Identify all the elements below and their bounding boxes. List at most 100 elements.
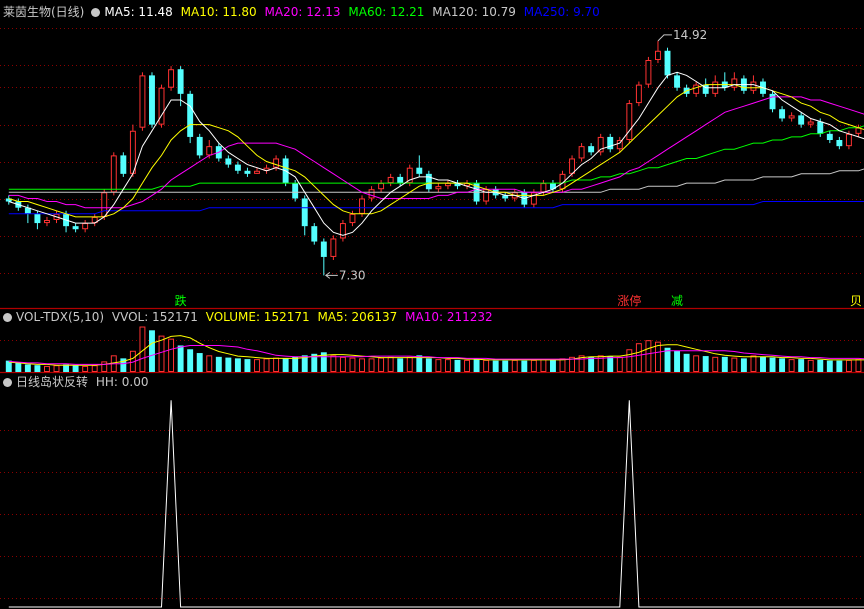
candle-body [82, 223, 89, 230]
high-marker-arrow [657, 34, 672, 42]
candle-body [435, 186, 442, 190]
chart-canvas: 14.92 7.30 跌 涨停 减 贝 [0, 28, 864, 608]
event-tag: 涨停 [617, 293, 641, 308]
volume-bar [760, 356, 766, 372]
candle-body [311, 226, 318, 242]
candle-body [72, 226, 79, 230]
volume-bar [740, 358, 747, 372]
candle-body [645, 60, 652, 85]
ma250-label: MA250: 9.70 [523, 5, 600, 19]
candle-body [359, 198, 365, 214]
volume-bar [425, 358, 432, 372]
volume-bar [788, 359, 795, 373]
candle-body [845, 133, 852, 147]
price-header: 莱茵生物(日线) MA5: 11.48 MA10: 11.80 MA20: 12.… [3, 3, 604, 21]
volume-bar [444, 359, 451, 373]
volume-bar [645, 340, 652, 372]
candle-body [320, 241, 327, 257]
volume-bar [702, 356, 709, 372]
volume-bar [693, 355, 700, 372]
candle-body [139, 75, 146, 128]
candle-body [444, 183, 451, 187]
volume-bar [206, 355, 213, 372]
candle-body [569, 158, 576, 174]
candle-body [836, 140, 843, 147]
volume-bar [397, 358, 404, 372]
volume-bar [196, 353, 203, 372]
candle-body [540, 183, 547, 193]
candle-body [693, 84, 700, 94]
volume-bar [464, 359, 470, 373]
volume-bar [82, 365, 89, 373]
ma10-line [8, 84, 864, 218]
volume-bar [149, 330, 155, 372]
candle-body [798, 115, 805, 125]
event-tag: 减 [671, 294, 683, 308]
candle-body [664, 50, 671, 76]
vvol-label: VVOL: 152171 [111, 310, 198, 324]
volume-bar [435, 359, 442, 373]
candle-body [244, 170, 251, 174]
candle-body [779, 109, 786, 119]
volume-header: VOL-TDX(5,10) VVOL: 152171 VOLUME: 15217… [3, 308, 497, 326]
volume-bar [731, 357, 738, 372]
volume-bar [779, 358, 786, 372]
volume-bar [44, 365, 50, 373]
candle-body [254, 170, 260, 174]
volume-bar [359, 358, 365, 372]
ma20-label: MA20: 12.13 [264, 5, 341, 19]
candle-body [826, 133, 833, 140]
candle-body [750, 81, 757, 91]
volume-bar [254, 359, 260, 373]
candle-body [149, 75, 155, 125]
volume-bar [378, 357, 385, 372]
volume-bar [101, 361, 108, 372]
candle-body [34, 213, 41, 224]
volume-bar [559, 358, 566, 372]
volume-bar [511, 359, 518, 373]
candle-body [378, 183, 385, 190]
vol-indicator-name: VOL-TDX(5,10) [16, 310, 105, 324]
volume-bar [15, 362, 22, 372]
volume-bar [626, 349, 633, 372]
volume-bar [454, 359, 461, 372]
hh-signal-line [8, 400, 864, 608]
candle-body [855, 127, 862, 134]
settings-dot-icon[interactable] [91, 8, 101, 17]
volume-bar [836, 360, 843, 372]
candle-body [578, 146, 585, 159]
volume-bar [292, 356, 299, 372]
event-tag: 跌 [175, 293, 187, 308]
settings-dot-icon[interactable] [3, 378, 12, 387]
candle-body [416, 167, 423, 174]
stock-title: 莱茵生物(日线) [3, 5, 85, 19]
candle-body [110, 155, 117, 193]
candle-body [387, 176, 394, 184]
settings-dot-icon[interactable] [3, 313, 12, 322]
candle-body [349, 213, 356, 224]
candle-body [616, 140, 623, 150]
candle-body [635, 84, 642, 104]
volume-bar [215, 356, 222, 372]
candle-body [397, 176, 404, 184]
volume-bar [72, 365, 79, 372]
ma5-label: MA5: 11.48 [104, 5, 173, 19]
candle-body [206, 146, 213, 156]
volume-bar [406, 356, 413, 373]
volume-bar [187, 349, 194, 372]
volume-bar [607, 356, 614, 372]
ma60-label: MA60: 12.21 [348, 5, 425, 19]
candle-body [177, 69, 184, 94]
volume-bar [826, 360, 833, 372]
indicator-name: 日线岛状反转 [16, 375, 89, 389]
candle-body [120, 155, 127, 174]
volume-bar [473, 359, 480, 372]
candle-body [626, 103, 633, 140]
candle-body [368, 189, 375, 199]
candle-body [817, 121, 824, 134]
low-price-label: 7.30 [339, 268, 366, 282]
volume-bar [674, 350, 681, 372]
volume-bar [282, 358, 289, 372]
volume-bar [549, 359, 556, 372]
candle-body [168, 69, 175, 88]
